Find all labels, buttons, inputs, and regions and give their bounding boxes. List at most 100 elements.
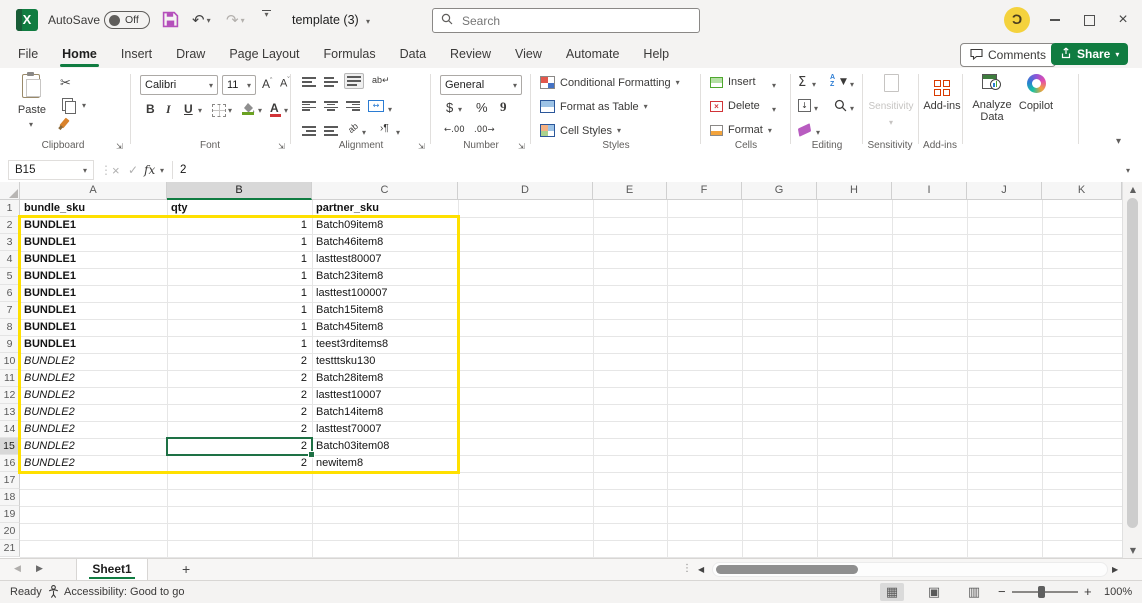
wrap-text-icon[interactable]: ab↵ (372, 75, 390, 86)
vertical-scroll-thumb[interactable] (1127, 198, 1138, 528)
increase-font-size-button[interactable]: Aˆ (262, 77, 272, 91)
row-header-18[interactable]: 18 (0, 489, 20, 506)
name-box[interactable]: B15 ▾ (8, 160, 94, 180)
fill-down-icon[interactable]: ↓ (798, 99, 811, 112)
cell-A9[interactable]: BUNDLE1 (24, 336, 76, 353)
undo-button[interactable]: ↶▾ (192, 10, 211, 30)
cell-B4[interactable]: 1 (167, 251, 307, 268)
cell-C8[interactable]: Batch45item8 (316, 319, 383, 336)
cell-C13[interactable]: Batch14item8 (316, 404, 383, 421)
cell-A12[interactable]: BUNDLE2 (24, 387, 75, 404)
next-sheet-icon[interactable]: ▶ (36, 564, 43, 574)
currency-format-icon[interactable]: $ (446, 100, 453, 115)
autosum-dropdown-icon[interactable]: ▾ (812, 80, 816, 89)
account-avatar[interactable]: Ɔ (1004, 7, 1030, 33)
decrease-indent-icon[interactable] (302, 126, 316, 136)
row-header-9[interactable]: 9 (0, 336, 20, 353)
orientation-icon[interactable]: ab (346, 121, 360, 135)
autosum-icon[interactable]: Σ (798, 75, 806, 90)
cell-C6[interactable]: lasttest100007 (316, 285, 388, 302)
column-header-D[interactable]: D (458, 182, 593, 200)
cell-B9[interactable]: 1 (167, 336, 307, 353)
row-header-3[interactable]: 3 (0, 234, 20, 251)
top-align-icon[interactable] (302, 77, 316, 87)
cell-B14[interactable]: 2 (167, 421, 307, 438)
cell-A5[interactable]: BUNDLE1 (24, 268, 76, 285)
cell-styles-button[interactable]: Cell Styles▾ (540, 124, 621, 137)
column-header-A[interactable]: A (20, 182, 167, 200)
cell-A10[interactable]: BUNDLE2 (24, 353, 75, 370)
cell-C16[interactable]: newitem8 (316, 455, 363, 472)
scroll-down-icon[interactable]: ▼ (1123, 546, 1142, 555)
filter-funnel-icon[interactable]: ▼ (840, 77, 847, 87)
align-center-icon[interactable] (324, 101, 338, 111)
confirm-entry-icon[interactable]: ✓ (128, 158, 138, 182)
insert-function-icon[interactable]: fx (144, 158, 155, 182)
page-break-view-icon[interactable]: ▥ (962, 583, 986, 601)
row-header-11[interactable]: 11 (0, 370, 20, 387)
document-title[interactable]: template (3) (292, 13, 359, 27)
tab-formulas[interactable]: Formulas (312, 40, 388, 68)
row-header-21[interactable]: 21 (0, 540, 20, 557)
accessibility-status[interactable]: Accessibility: Good to go (64, 586, 184, 598)
spreadsheet-grid[interactable]: ABCDEFGHIJK12345678910111213141516171819… (0, 182, 1122, 558)
cell-B1[interactable]: qty (171, 200, 188, 217)
delete-dropdown-icon[interactable]: ▾ (772, 105, 776, 114)
comma-style-icon[interactable]: 9 (500, 99, 507, 115)
font-color-icon[interactable]: A (270, 101, 279, 115)
row-header-10[interactable]: 10 (0, 353, 20, 370)
copy-dropdown-icon[interactable]: ▾ (82, 101, 86, 110)
active-cell-B15[interactable] (166, 437, 313, 456)
clipboard-dialog-launcher[interactable]: ⇲ (116, 142, 123, 151)
tab-help[interactable]: Help (631, 40, 681, 68)
cell-C5[interactable]: Batch23item8 (316, 268, 383, 285)
font-name-combo[interactable]: Calibri▾ (140, 75, 218, 95)
title-dropdown-icon[interactable]: ▾ (366, 17, 370, 26)
cell-A7[interactable]: BUNDLE1 (24, 302, 76, 319)
cell-A15[interactable]: BUNDLE2 (24, 438, 75, 455)
autosave-toggle[interactable]: Off (104, 11, 150, 29)
addins-button[interactable]: Add-ins (922, 74, 962, 112)
row-header-14[interactable]: 14 (0, 421, 20, 438)
row-header-17[interactable]: 17 (0, 472, 20, 489)
row-header-8[interactable]: 8 (0, 319, 20, 336)
column-header-B[interactable]: B (167, 182, 312, 200)
cell-B6[interactable]: 1 (167, 285, 307, 302)
excel-app-icon[interactable]: X (16, 9, 38, 31)
merge-center-icon[interactable]: ↔ (368, 100, 384, 112)
middle-align-icon[interactable] (324, 77, 338, 87)
merge-dropdown-icon[interactable]: ▾ (388, 105, 392, 114)
cell-C9[interactable]: teest3rditems8 (316, 336, 388, 353)
minimize-button[interactable] (1038, 0, 1072, 40)
cell-C12[interactable]: lasttest10007 (316, 387, 381, 404)
cell-C4[interactable]: lasttest80007 (316, 251, 381, 268)
cell-A14[interactable]: BUNDLE2 (24, 421, 75, 438)
format-as-table-button[interactable]: Format as Table▾ (540, 100, 648, 113)
format-cells-button[interactable]: Format▾ (710, 124, 772, 136)
column-header-K[interactable]: K (1042, 182, 1122, 200)
collapse-ribbon-icon[interactable]: ▾ (1116, 136, 1121, 147)
percent-style-icon[interactable]: % (476, 100, 488, 115)
cell-A6[interactable]: BUNDLE1 (24, 285, 76, 302)
cell-A16[interactable]: BUNDLE2 (24, 455, 75, 472)
cell-B3[interactable]: 1 (167, 234, 307, 251)
column-header-I[interactable]: I (892, 182, 967, 200)
cell-A11[interactable]: BUNDLE2 (24, 370, 75, 387)
analyze-data-button[interactable]: Analyze Data (968, 74, 1016, 123)
share-button[interactable]: Share ▾ (1051, 43, 1128, 65)
cell-A3[interactable]: BUNDLE1 (24, 234, 76, 251)
tab-draw[interactable]: Draw (164, 40, 217, 68)
cell-C1[interactable]: partner_sku (316, 200, 379, 217)
row-header-20[interactable]: 20 (0, 523, 20, 540)
cell-A8[interactable]: BUNDLE1 (24, 319, 76, 336)
conditional-formatting-button[interactable]: Conditional Formatting▾ (540, 76, 680, 89)
cell-C7[interactable]: Batch15item8 (316, 302, 383, 319)
find-dropdown-icon[interactable]: ▾ (850, 104, 854, 113)
row-header-2[interactable]: 2 (0, 217, 20, 234)
row-header-16[interactable]: 16 (0, 455, 20, 472)
search-input[interactable] (460, 13, 691, 29)
cell-C15[interactable]: Batch03item08 (316, 438, 389, 455)
tab-insert[interactable]: Insert (109, 40, 164, 68)
cell-B16[interactable]: 2 (167, 455, 307, 472)
fill-color-icon[interactable] (242, 101, 255, 119)
